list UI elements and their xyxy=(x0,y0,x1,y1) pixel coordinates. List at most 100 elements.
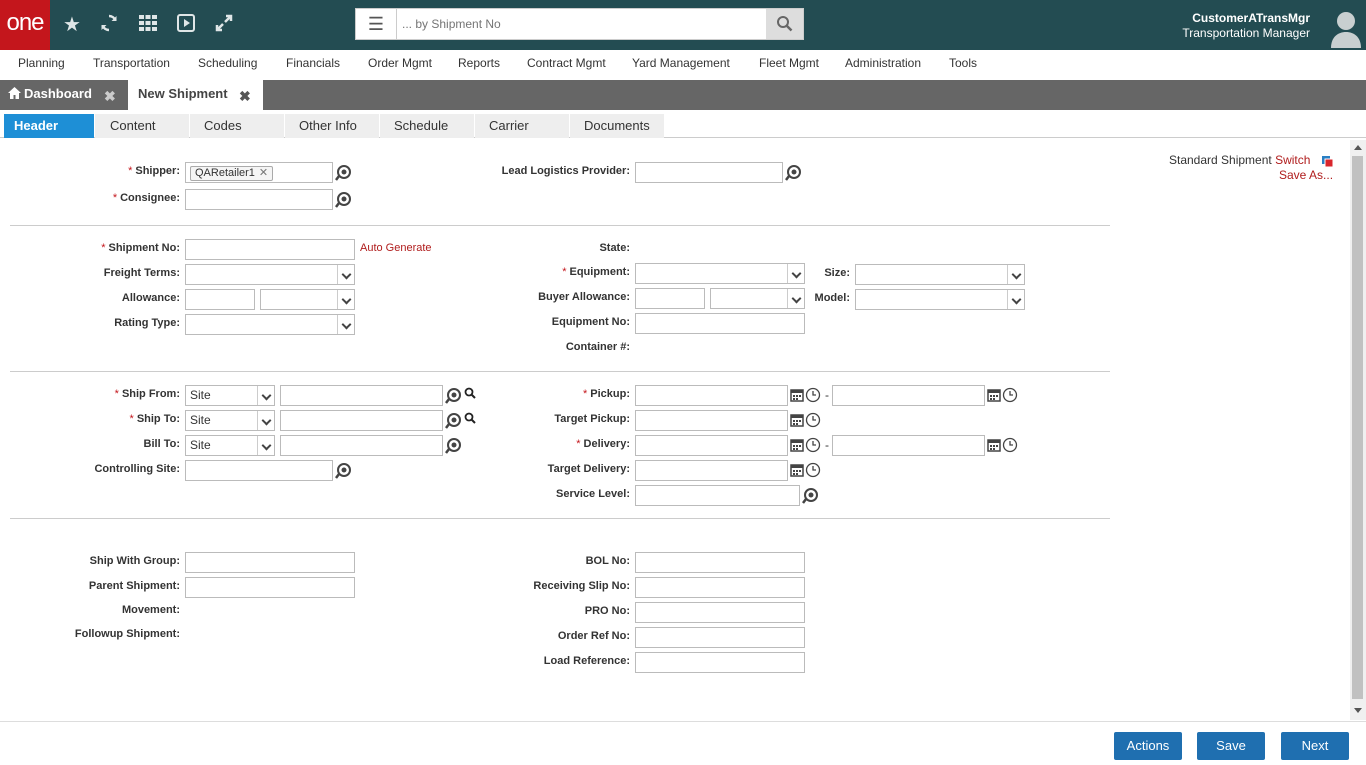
nav-order-mgmt[interactable]: Order Mgmt xyxy=(368,56,432,70)
lookup-icon[interactable] xyxy=(785,164,802,181)
tab-dashboard[interactable]: Dashboard ✖ xyxy=(0,80,127,110)
lookup-icon[interactable] xyxy=(445,437,462,454)
lookup-icon[interactable] xyxy=(445,412,462,429)
nav-scheduling[interactable]: Scheduling xyxy=(198,56,257,70)
subtab-header[interactable]: Header xyxy=(4,114,94,138)
expand-icon[interactable] xyxy=(212,13,236,37)
apps-grid-icon[interactable] xyxy=(136,13,160,37)
shipment-no-input[interactable] xyxy=(185,239,355,260)
calendar-icon[interactable] xyxy=(789,462,805,478)
allowance-input[interactable] xyxy=(185,289,255,310)
subtab-other-info[interactable]: Other Info xyxy=(285,114,379,138)
clock-icon[interactable] xyxy=(805,412,821,428)
bill-to-type-select[interactable]: Site xyxy=(185,435,275,456)
calendar-icon[interactable] xyxy=(789,387,805,403)
nav-transportation[interactable]: Transportation xyxy=(93,56,170,70)
next-button[interactable]: Next xyxy=(1281,732,1349,760)
nav-yard-management[interactable]: Yard Management xyxy=(632,56,730,70)
save-as-link[interactable]: Save As... xyxy=(1279,168,1333,182)
search-input[interactable] xyxy=(402,15,762,33)
auto-generate-link[interactable]: Auto Generate xyxy=(360,242,432,254)
nav-administration[interactable]: Administration xyxy=(845,56,921,70)
scroll-down-icon[interactable] xyxy=(1354,708,1362,714)
actions-button[interactable]: Actions xyxy=(1114,732,1182,760)
order-ref-input[interactable] xyxy=(635,627,805,648)
clock-icon[interactable] xyxy=(1002,437,1018,453)
close-icon[interactable]: ✖ xyxy=(104,88,116,105)
subtab-documents[interactable]: Documents xyxy=(570,114,664,138)
load-reference-input[interactable] xyxy=(635,652,805,673)
switch-icon[interactable] xyxy=(1321,155,1334,168)
ship-from-input[interactable] xyxy=(280,385,443,406)
tab-new-shipment[interactable]: New Shipment ✖ xyxy=(128,80,263,110)
equipment-select[interactable] xyxy=(635,263,805,284)
rating-type-select[interactable] xyxy=(185,314,355,335)
switch-link[interactable]: Switch xyxy=(1275,153,1310,167)
nav-contract-mgmt[interactable]: Contract Mgmt xyxy=(527,56,606,70)
lookup-icon[interactable] xyxy=(445,387,462,404)
clock-icon[interactable] xyxy=(1002,387,1018,403)
receiving-slip-input[interactable] xyxy=(635,577,805,598)
app-logo[interactable]: one xyxy=(0,0,50,50)
avatar[interactable] xyxy=(1330,8,1362,48)
calendar-icon[interactable] xyxy=(986,387,1002,403)
buyer-allowance-input[interactable] xyxy=(635,288,705,309)
bill-to-input[interactable] xyxy=(280,435,443,456)
pro-no-input[interactable] xyxy=(635,602,805,623)
nav-fleet-mgmt[interactable]: Fleet Mgmt xyxy=(759,56,819,70)
service-level-input[interactable] xyxy=(635,485,800,506)
clock-icon[interactable] xyxy=(805,387,821,403)
delivery-to-input[interactable] xyxy=(832,435,985,456)
search-icon[interactable] xyxy=(464,412,476,424)
clock-icon[interactable] xyxy=(805,462,821,478)
parent-shipment-input[interactable] xyxy=(185,577,355,598)
target-delivery-input[interactable] xyxy=(635,460,788,481)
buyer-allowance-select[interactable] xyxy=(710,288,805,309)
allowance-select[interactable] xyxy=(260,289,355,310)
nav-financials[interactable]: Financials xyxy=(286,56,340,70)
ship-with-group-input[interactable] xyxy=(185,552,355,573)
nav-planning[interactable]: Planning xyxy=(18,56,65,70)
calendar-icon[interactable] xyxy=(986,437,1002,453)
size-select[interactable] xyxy=(855,264,1025,285)
subtab-schedule[interactable]: Schedule xyxy=(380,114,474,138)
play-icon[interactable] xyxy=(174,13,198,37)
star-icon[interactable]: ★ xyxy=(60,13,84,37)
freight-terms-select[interactable] xyxy=(185,264,355,285)
ship-to-input[interactable] xyxy=(280,410,443,431)
consignee-input[interactable] xyxy=(185,189,333,210)
lookup-icon[interactable] xyxy=(335,164,352,181)
subtab-codes[interactable]: Codes xyxy=(190,114,284,138)
delivery-from-input[interactable] xyxy=(635,435,788,456)
bol-no-input[interactable] xyxy=(635,552,805,573)
llp-input[interactable] xyxy=(635,162,783,183)
ship-to-type-select[interactable]: Site xyxy=(185,410,275,431)
scrollbar[interactable] xyxy=(1350,140,1366,720)
shipper-field[interactable]: QARetailer1 ✕ xyxy=(185,162,333,183)
pickup-to-input[interactable] xyxy=(832,385,985,406)
subtab-carrier[interactable]: Carrier xyxy=(475,114,569,138)
save-button[interactable]: Save xyxy=(1197,732,1265,760)
search-button[interactable] xyxy=(766,9,803,39)
nav-reports[interactable]: Reports xyxy=(458,56,500,70)
search-icon[interactable] xyxy=(464,387,476,399)
clock-icon[interactable] xyxy=(805,437,821,453)
lookup-icon[interactable] xyxy=(802,487,819,504)
nav-tools[interactable]: Tools xyxy=(949,56,977,70)
menu-icon[interactable]: ☰ xyxy=(356,9,397,39)
target-pickup-input[interactable] xyxy=(635,410,788,431)
scrollbar-thumb[interactable] xyxy=(1352,156,1363,699)
model-select[interactable] xyxy=(855,289,1025,310)
user-info[interactable]: CustomerATransMgr Transportation Manager xyxy=(1182,11,1310,40)
calendar-icon[interactable] xyxy=(789,412,805,428)
pickup-from-input[interactable] xyxy=(635,385,788,406)
equipment-no-input[interactable] xyxy=(635,313,805,334)
remove-chip-icon[interactable]: ✕ xyxy=(259,167,268,179)
lookup-icon[interactable] xyxy=(335,191,352,208)
ship-from-type-select[interactable]: Site xyxy=(185,385,275,406)
close-icon[interactable]: ✖ xyxy=(239,88,251,105)
controlling-site-input[interactable] xyxy=(185,460,333,481)
calendar-icon[interactable] xyxy=(789,437,805,453)
lookup-icon[interactable] xyxy=(335,462,352,479)
refresh-icon[interactable] xyxy=(97,13,121,37)
